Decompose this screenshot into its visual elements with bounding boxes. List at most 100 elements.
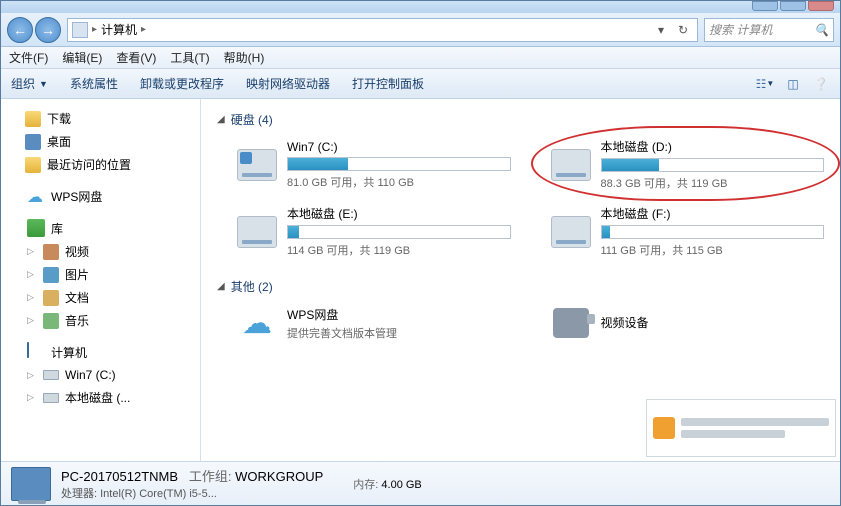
drive-name: 本地磁盘 (F:) (601, 205, 825, 222)
sidebar-item-computer[interactable]: 计算机 (1, 340, 200, 364)
capacity-bar (601, 225, 825, 239)
drive-status: 111 GB 可用，共 115 GB (601, 242, 825, 258)
expander-icon[interactable]: ▷ (27, 370, 37, 381)
sidebar-item-video[interactable]: ▷视频 (1, 240, 200, 263)
section-title: 其他 (2) (231, 278, 273, 295)
drive-item[interactable]: Win7 (C:)81.0 GB 可用，共 110 GB (237, 138, 511, 191)
expander-icon[interactable]: ▷ (27, 269, 37, 280)
drive-status: 81.0 GB 可用，共 110 GB (287, 174, 511, 190)
sidebar-item-desktop[interactable]: 桌面 (1, 130, 200, 153)
map-network-drive-button[interactable]: 映射网络驱动器 (246, 75, 330, 92)
item-name: WPS网盘 (287, 306, 397, 323)
sidebar-item-documents[interactable]: ▷ 文档 (1, 286, 200, 309)
content-pane: ◢ 硬盘 (4) Win7 (C:)81.0 GB 可用，共 110 GB 本地磁盘… (201, 99, 840, 461)
drive-name: 本地磁盘 (E:) (287, 205, 511, 222)
organize-button[interactable]: 组织▼ (11, 75, 48, 92)
drive-icon (43, 390, 59, 406)
chevron-right-icon: ▸ (92, 24, 97, 35)
capacity-bar (287, 157, 511, 171)
cloud-icon: ☁ (27, 187, 45, 205)
system-properties-button[interactable]: 系统属性 (70, 75, 118, 92)
sidebar-item-drive-c[interactable]: ▷ Win7 (C:) (1, 364, 200, 386)
expander-icon[interactable]: ▷ (27, 292, 37, 303)
expander-icon[interactable]: ▷ (27, 315, 37, 326)
sidebar-item-label: 计算机 (51, 344, 87, 361)
breadcrumb-computer[interactable]: 计算机 (101, 21, 137, 38)
expander-icon[interactable]: ▷ (27, 246, 37, 257)
drive-name: 本地磁盘 (D:) (601, 138, 825, 155)
menu-help[interactable]: 帮助(H) (224, 49, 265, 66)
item-name: 视频设备 (601, 314, 649, 331)
dropdown-history-button[interactable]: ▾ (651, 20, 671, 40)
menu-tools[interactable]: 工具(T) (170, 49, 209, 66)
forward-button[interactable]: → (35, 17, 61, 43)
annotation-overlay (646, 399, 836, 457)
drive-icon (43, 367, 59, 383)
sidebar-item-downloads[interactable]: 下载 (1, 107, 200, 130)
desktop-icon (25, 134, 41, 150)
maximize-button[interactable] (780, 1, 806, 11)
item-wps-netdisk[interactable]: ☁ WPS网盘 提供完善文档版本管理 (237, 305, 511, 341)
section-header-hdd[interactable]: ◢ 硬盘 (4) (217, 111, 824, 128)
item-desc: 提供完善文档版本管理 (287, 325, 397, 341)
drive-status: 88.3 GB 可用，共 119 GB (601, 175, 825, 191)
sidebar-item-label: WPS网盘 (51, 188, 102, 205)
drive-icon (551, 149, 591, 181)
sidebar-item-label: Win7 (C:) (65, 368, 116, 382)
menu-view[interactable]: 查看(V) (116, 49, 156, 66)
uninstall-program-button[interactable]: 卸载或更改程序 (140, 75, 224, 92)
sidebar-item-label: 库 (51, 220, 63, 237)
sidebar-item-drive-d[interactable]: ▷本地磁盘 (... (1, 386, 200, 409)
minimize-button[interactable] (752, 1, 778, 11)
capacity-bar (287, 225, 511, 239)
titlebar (1, 1, 840, 13)
memory-label: 内存: (353, 479, 378, 491)
sidebar-item-pictures[interactable]: ▷ 图片 (1, 263, 200, 286)
sidebar-item-music[interactable]: ▷音乐 (1, 309, 200, 332)
sidebar-item-label: 文档 (65, 289, 89, 306)
sidebar-item-libraries[interactable]: 库 (1, 216, 200, 240)
view-options-button[interactable]: ☷▼ (756, 75, 774, 93)
help-icon[interactable]: ❔ (812, 75, 830, 93)
explorer-window: ← → ▸ 计算机 ▸ ▾ ↻ 搜索 计算机 🔍 文件(F) 编辑(E) 查看(… (0, 0, 841, 506)
item-video-device[interactable]: 视频设备 (551, 305, 825, 341)
sidebar-item-label: 最近访问的位置 (47, 156, 131, 173)
sidebar-item-wps[interactable]: ☁ WPS网盘 (1, 184, 200, 208)
drive-item[interactable]: 本地磁盘 (E:)114 GB 可用，共 119 GB (237, 205, 511, 258)
workgroup-label: 工作组: (189, 469, 232, 484)
drive-item[interactable]: 本地磁盘 (D:) 88.3 GB 可用，共 119 GB (551, 138, 825, 191)
document-icon (43, 290, 59, 306)
expander-icon[interactable]: ▷ (27, 392, 37, 403)
sidebar-item-label: 图片 (65, 266, 89, 283)
menu-edit[interactable]: 编辑(E) (62, 49, 102, 66)
open-control-panel-button[interactable]: 打开控制面板 (352, 75, 424, 92)
sidebar-item-label: 桌面 (47, 133, 71, 150)
address-box[interactable]: ▸ 计算机 ▸ ▾ ↻ (67, 18, 698, 42)
computer-name: PC-20170512TNMB (61, 469, 178, 484)
back-button[interactable]: ← (7, 17, 33, 43)
capacity-bar (601, 158, 825, 172)
search-input[interactable]: 搜索 计算机 🔍 (704, 18, 834, 42)
drive-item[interactable]: 本地磁盘 (F:) 111 GB 可用，共 115 GB (551, 205, 825, 258)
cpu-value: Intel(R) Core(TM) i5-5... (100, 488, 217, 500)
search-placeholder: 搜索 计算机 (709, 21, 772, 38)
sidebar-item-recent[interactable]: 最近访问的位置 (1, 153, 200, 176)
camcorder-icon (551, 305, 591, 341)
close-button[interactable] (808, 1, 834, 11)
computer-icon (11, 467, 51, 501)
video-icon (43, 244, 59, 260)
refresh-button[interactable]: ↻ (673, 20, 693, 40)
section-title: 硬盘 (4) (231, 111, 273, 128)
library-icon (27, 219, 45, 237)
memory-value: 4.00 GB (381, 479, 421, 491)
picture-icon (43, 267, 59, 283)
menu-file[interactable]: 文件(F) (9, 49, 48, 66)
collapse-icon: ◢ (217, 114, 225, 125)
cloud-icon: ☁ (237, 305, 277, 341)
chevron-right-icon: ▸ (141, 24, 146, 35)
download-icon (25, 111, 41, 127)
recent-icon (25, 157, 41, 173)
drive-icon (551, 216, 591, 248)
section-header-other[interactable]: ◢其他 (2) (217, 278, 824, 295)
preview-pane-button[interactable]: ◫ (784, 75, 802, 93)
